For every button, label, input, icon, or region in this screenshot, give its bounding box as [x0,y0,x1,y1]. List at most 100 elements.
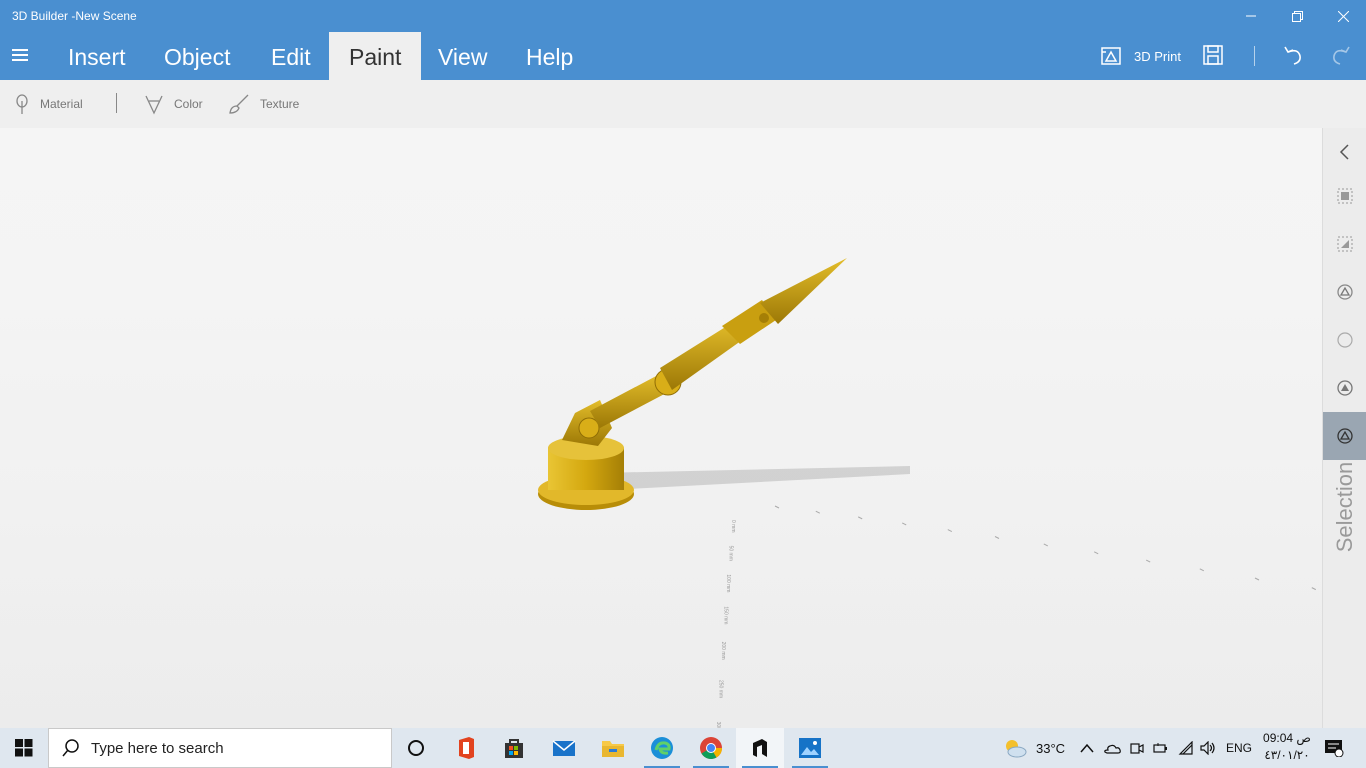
taskbar-file-explorer[interactable] [589,728,637,768]
horizon-fade [0,128,1322,728]
menu-paint[interactable]: Paint [329,32,422,80]
select-faces-icon [1337,236,1353,252]
3d-viewport[interactable]: 0 mm50 mm100 mm150 mm200 mm250 mm300 mm3… [0,128,1322,728]
close-icon [1337,10,1349,22]
hamburger-menu-button[interactable] [10,46,34,66]
notification-icon [1325,740,1344,757]
action-center-button[interactable] [1324,728,1344,768]
onedrive-tray[interactable] [1103,728,1121,768]
taskbar-edge[interactable] [638,728,686,768]
select-edges-button[interactable] [1323,268,1366,316]
select-objects-button[interactable] [1323,172,1366,220]
office-icon [459,737,474,759]
select-vertices-icon [1337,380,1353,396]
select-mesh-button[interactable] [1323,412,1366,460]
select-empty-button[interactable] [1323,316,1366,364]
ruler-label: 200 mm [720,642,726,660]
select-faces-button[interactable] [1323,220,1366,268]
start-button[interactable] [0,728,48,768]
menu-object[interactable]: Object [144,32,250,80]
chevron-left-icon [1339,144,1349,160]
search-icon [62,739,79,757]
photos-icon [799,738,821,758]
scene-canvas[interactable]: 0 mm50 mm100 mm150 mm200 mm250 mm300 mm3… [0,128,1322,728]
texture-label: Texture [260,97,300,111]
menu-edit[interactable]: Edit [251,32,331,80]
network-tray[interactable] [1178,728,1194,768]
onedrive-icon [1104,744,1121,754]
battery-tray[interactable] [1153,728,1169,768]
meet-now-tray[interactable] [1130,728,1144,768]
volume-tray[interactable] [1200,728,1216,768]
taskbar-photos[interactable] [786,728,834,768]
circle-icon [1337,332,1353,348]
weather-temperature: 33°C [1036,740,1066,756]
redo-button[interactable] [1330,44,1354,68]
taskbar-clock[interactable]: 09:04 ص ٤٣/٠١/٢٠ [1262,730,1312,764]
3d-print-button[interactable]: 3D Print [1100,44,1181,68]
texture-tool[interactable]: Texture [228,92,299,116]
3d-print-label: 3D Print [1134,48,1181,64]
speaker-icon [1200,741,1215,755]
menu-help[interactable]: Help [506,32,593,80]
window-title: 3D Builder -New Scene [12,9,137,23]
taskbar-3d-builder[interactable] [736,728,784,768]
cortana-icon [408,740,424,756]
mail-icon [552,740,576,756]
ruler-label: 150 mm [723,606,729,624]
menu-view[interactable]: View [418,32,507,80]
color-tool[interactable]: Color [144,92,203,116]
menu-bar: Insert Object Edit Paint View Help 3D Pr… [0,32,1366,80]
restore-button[interactable] [1274,0,1320,32]
taskbar-search-box[interactable]: Type here to search [48,728,392,768]
taskbar-mail[interactable] [540,728,588,768]
menu-separator [1254,46,1255,66]
minimize-button[interactable] [1228,0,1274,32]
store-icon [505,739,523,758]
search-placeholder: Type here to search [91,739,224,757]
selection-panel-label[interactable]: Selection [1325,458,1365,558]
toolbar-separator [116,93,117,113]
taskbar: Type here to search 33°C ENG 09:04 ص ٤٣/… [0,728,1366,768]
input-language-indicator[interactable]: ENG [1226,728,1252,768]
redo-icon [1333,46,1350,65]
restore-icon [1291,10,1303,22]
triangle-circle-icon [1337,428,1353,444]
select-vertices-button[interactable] [1323,364,1366,412]
minimize-icon [1246,15,1256,17]
right-panel: Selection [1322,128,1366,728]
chevron-up-icon [1080,743,1094,753]
select-objects-icon [1337,188,1353,204]
taskbar-office[interactable] [442,728,490,768]
undo-button[interactable] [1282,44,1306,68]
menu-insert[interactable]: Insert [48,32,146,80]
taskbar-store[interactable] [490,728,538,768]
paint-bucket-icon [145,95,163,115]
select-edges-icon [1337,284,1353,300]
edge-icon [651,737,673,759]
cortana-button[interactable] [392,728,440,768]
collapse-panel-button[interactable] [1323,128,1366,176]
title-bar: 3D Builder -New Scene [0,0,1366,32]
show-hidden-icons-button[interactable] [1080,728,1094,768]
weather-widget[interactable]: 33°C [1002,728,1065,768]
close-button[interactable] [1320,0,1366,32]
material-icon [16,94,28,114]
ruler-label: 50 mm [728,546,734,561]
windows-logo-icon [15,739,33,757]
wifi-icon [1178,741,1193,755]
save-button[interactable] [1202,44,1226,68]
taskbar-chrome[interactable] [687,728,735,768]
partly-cloudy-icon [1006,740,1027,758]
undo-icon [1284,46,1301,65]
brush-icon [229,94,249,114]
chrome-icon [700,737,722,759]
material-tool[interactable]: Material [14,92,83,116]
material-label: Material [40,97,83,111]
ruler-label: 100 mm [725,574,731,592]
ruler-label: 250 mm [718,680,724,698]
clock-date: ٤٣/٠١/٢٠ [1264,748,1310,762]
save-icon [1203,45,1223,65]
clock-time: 09:04 ص [1263,731,1311,745]
wrist-pin [759,313,769,323]
